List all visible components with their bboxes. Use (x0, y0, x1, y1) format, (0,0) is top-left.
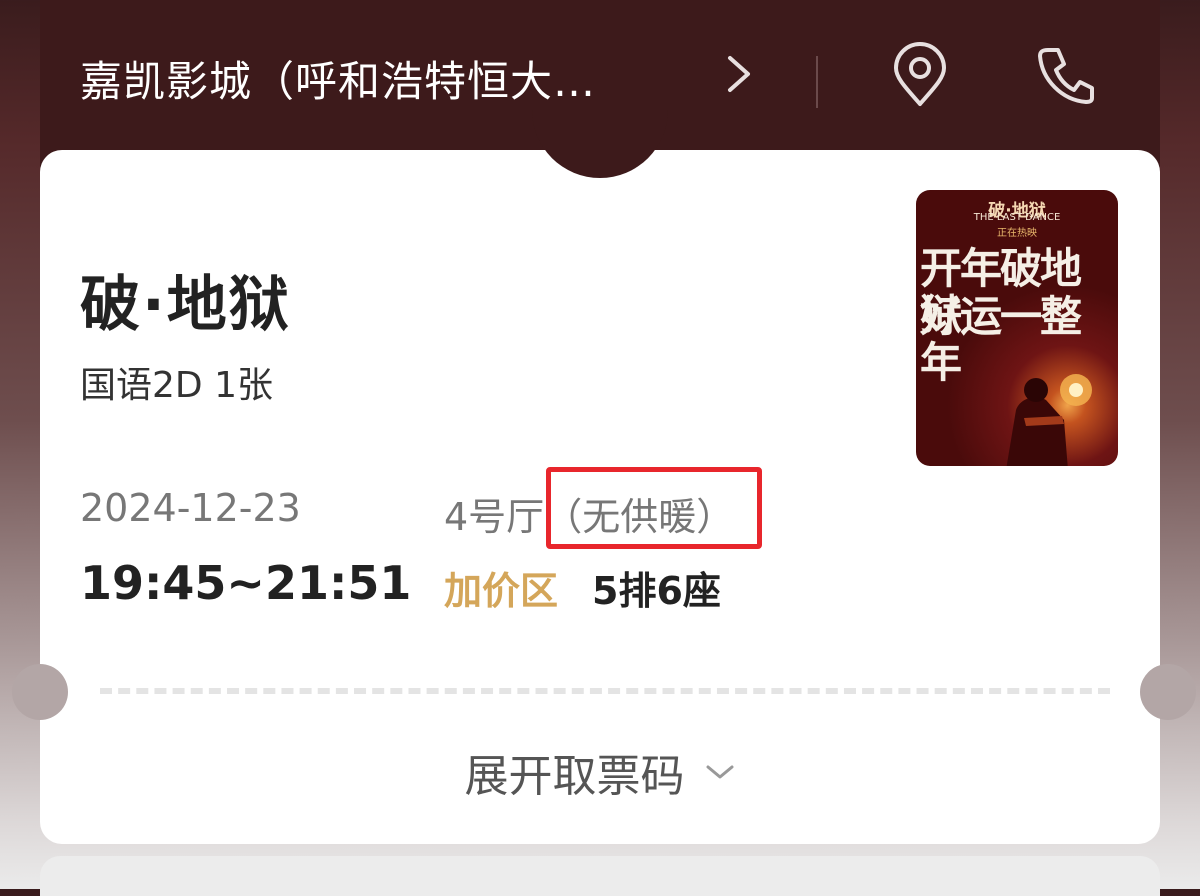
hall-name: 4号厅 (444, 495, 545, 539)
session-date: 2024-12-23 (80, 486, 301, 530)
expand-ticket-code-button[interactable]: 展开取票码 (0, 740, 1200, 804)
chevron-down-icon (706, 765, 734, 779)
poster-subtitle-en: THE LAST DANCE (973, 212, 1061, 223)
poster-figure-illustration (1006, 374, 1092, 466)
ticket-dashed-divider (100, 688, 1110, 694)
chevron-right-icon[interactable] (720, 50, 756, 98)
session-time: 19:45~21:51 (80, 556, 412, 610)
movie-format: 国语2D 1张 (80, 365, 273, 406)
movie-title: 破·地狱 (80, 270, 291, 340)
hall-note-highlight (546, 467, 762, 549)
seat-zone: 加价区 (444, 569, 559, 613)
ticket-notch-left (12, 664, 68, 720)
location-pin-icon[interactable] (888, 42, 952, 108)
poster-status: 正在热映 (997, 228, 1037, 239)
expand-label: 展开取票码 (464, 751, 685, 802)
seat-number: 5排6座 (592, 569, 721, 613)
movie-poster[interactable]: 破·地狱 THE LAST DANCE 正在热映 开年破地狱 好运一整年 (916, 190, 1118, 466)
header-divider (816, 56, 818, 108)
phone-icon[interactable] (1034, 44, 1098, 106)
ticket-notch-right (1140, 664, 1196, 720)
cinema-name[interactable]: 嘉凯影城（呼和浩特恒大… (80, 48, 596, 109)
next-card-edge (40, 856, 1160, 896)
